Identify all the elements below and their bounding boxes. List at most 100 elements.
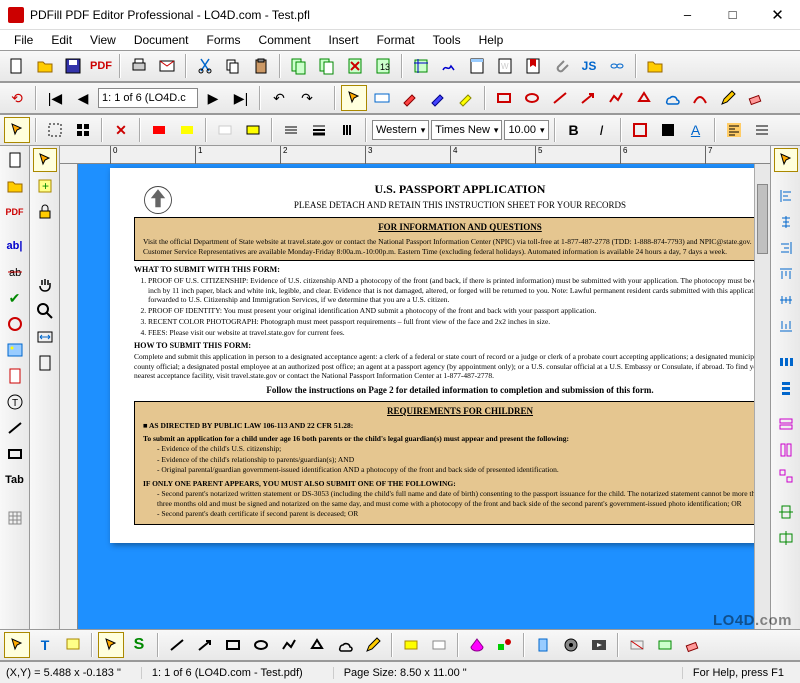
text-circle-icon[interactable]: T: [3, 390, 27, 414]
show-icon[interactable]: [652, 632, 678, 658]
canvas-area[interactable]: 0 1 2 3 4 5 6 7 8 U.S. PASSPORT APPLICAT…: [60, 146, 770, 629]
video-icon[interactable]: [586, 632, 612, 658]
polyline-tool-icon[interactable]: [603, 85, 629, 111]
rotate-right-icon[interactable]: ↷: [294, 85, 320, 111]
attach-file-icon[interactable]: [530, 632, 556, 658]
attach-icon[interactable]: [548, 53, 574, 79]
polygon-tool-icon[interactable]: [631, 85, 657, 111]
align-left-icon[interactable]: [721, 117, 747, 143]
align-mid-icon[interactable]: [774, 288, 798, 312]
delete-icon[interactable]: ✕: [108, 117, 134, 143]
highlight-area-icon[interactable]: [398, 632, 424, 658]
menu-insert[interactable]: Insert: [321, 31, 367, 49]
line2-icon[interactable]: [164, 632, 190, 658]
email-icon[interactable]: [154, 53, 180, 79]
minimize-button[interactable]: –: [665, 0, 710, 30]
copy-page-icon[interactable]: [286, 53, 312, 79]
open-doc-icon[interactable]: [3, 174, 27, 198]
fill-red-icon[interactable]: [146, 117, 172, 143]
text-edit-button[interactable]: ab|: [3, 234, 27, 258]
align-center-icon[interactable]: [774, 210, 798, 234]
arrow2-icon[interactable]: [33, 148, 57, 172]
copy-icon[interactable]: [220, 53, 246, 79]
line-tool-icon[interactable]: [547, 85, 573, 111]
open-folder-icon[interactable]: [642, 53, 668, 79]
pdf-page-icon[interactable]: [3, 364, 27, 388]
new-doc-icon[interactable]: [3, 148, 27, 172]
box-v-icon[interactable]: [3, 442, 27, 466]
image-icon[interactable]: [3, 338, 27, 362]
fit-page-icon[interactable]: [33, 351, 57, 375]
menu-view[interactable]: View: [82, 31, 124, 49]
align-top-icon[interactable]: [774, 262, 798, 286]
vertical-scrollbar[interactable]: [754, 164, 770, 629]
dash-style-icon[interactable]: [334, 117, 360, 143]
watermark-icon[interactable]: W: [492, 53, 518, 79]
font-color-button[interactable]: A: [683, 117, 709, 143]
rotate-left-icon[interactable]: ↶: [266, 85, 292, 111]
export-pdf-small-button[interactable]: PDF: [3, 200, 27, 224]
check-icon[interactable]: ✔: [3, 286, 27, 310]
pdf-page[interactable]: U.S. PASSPORT APPLICATION PLEASE DETACH …: [110, 168, 770, 543]
crop-icon[interactable]: [408, 53, 434, 79]
maximize-button[interactable]: □: [710, 0, 755, 30]
menu-help[interactable]: Help: [471, 31, 512, 49]
fill-yellow-icon[interactable]: [174, 117, 200, 143]
align-right-icon[interactable]: [774, 236, 798, 260]
select-arrow-icon[interactable]: [341, 85, 367, 111]
note-tool-icon[interactable]: [60, 632, 86, 658]
first-page-icon[interactable]: |◀: [42, 85, 68, 111]
sound-icon[interactable]: [558, 632, 584, 658]
bookmark-icon[interactable]: [520, 53, 546, 79]
highlight-blue-icon[interactable]: [425, 85, 451, 111]
hand-icon[interactable]: [33, 273, 57, 297]
select-all-icon[interactable]: [42, 117, 68, 143]
paste-page-icon[interactable]: [314, 53, 340, 79]
rect-tool-icon[interactable]: [491, 85, 517, 111]
paste-icon[interactable]: [248, 53, 274, 79]
link-icon[interactable]: [604, 53, 630, 79]
note-add-icon[interactable]: +: [33, 174, 57, 198]
font-encoding-select[interactable]: Western: [372, 120, 429, 140]
ellipse-tool-icon[interactable]: [519, 85, 545, 111]
italic-button[interactable]: I: [589, 117, 615, 143]
eraser-tool-icon[interactable]: [743, 85, 769, 111]
pencil2-icon[interactable]: [360, 632, 386, 658]
outline-color-icon[interactable]: [627, 117, 653, 143]
save-icon[interactable]: [60, 53, 86, 79]
arrow2-tool-icon[interactable]: [192, 632, 218, 658]
color-picker-icon[interactable]: [464, 632, 490, 658]
line-weight-icon[interactable]: [306, 117, 332, 143]
bold-button[interactable]: B: [561, 117, 587, 143]
center-v-icon[interactable]: [774, 526, 798, 550]
scrollbar-thumb[interactable]: [757, 184, 768, 254]
lock-icon[interactable]: [33, 200, 57, 224]
pencil-tool-icon[interactable]: [715, 85, 741, 111]
strike-icon[interactable]: ab: [3, 260, 27, 284]
menu-file[interactable]: File: [6, 31, 41, 49]
same-size-icon[interactable]: [774, 464, 798, 488]
font-size-select[interactable]: 10.00: [504, 120, 548, 140]
close-button[interactable]: ✕: [755, 0, 800, 30]
renumber-icon[interactable]: 13: [370, 53, 396, 79]
whiteout-icon[interactable]: [426, 632, 452, 658]
arrow5-icon[interactable]: [98, 632, 124, 658]
distrib-v-icon[interactable]: [774, 376, 798, 400]
border-none-icon[interactable]: [212, 117, 238, 143]
page-nav-input[interactable]: [98, 88, 198, 108]
new-icon[interactable]: [4, 53, 30, 79]
align-left2-icon[interactable]: [774, 184, 798, 208]
distrib-h-icon[interactable]: [774, 350, 798, 374]
rect2-icon[interactable]: [220, 632, 246, 658]
grid-icon[interactable]: [70, 117, 96, 143]
sign-icon[interactable]: [436, 53, 462, 79]
open-icon[interactable]: [32, 53, 58, 79]
arrow3-icon[interactable]: [774, 148, 798, 172]
circle-icon[interactable]: [3, 312, 27, 336]
fit-width-icon[interactable]: [33, 325, 57, 349]
highlight-red-icon[interactable]: [397, 85, 423, 111]
font-family-select[interactable]: Times New: [431, 120, 502, 140]
arrow-tool-icon[interactable]: [575, 85, 601, 111]
menu-edit[interactable]: Edit: [43, 31, 80, 49]
grid-small-icon[interactable]: [3, 506, 27, 530]
